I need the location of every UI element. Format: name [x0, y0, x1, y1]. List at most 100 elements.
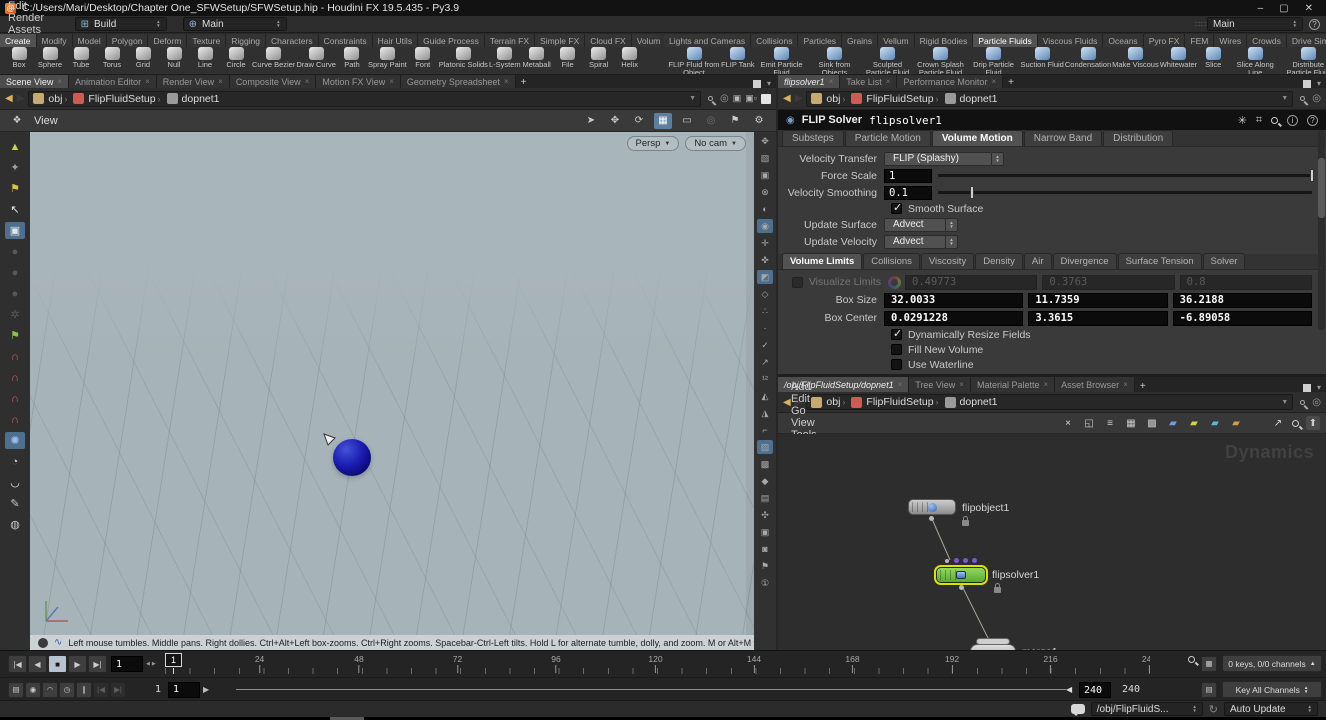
slider-handle[interactable]	[969, 186, 974, 199]
box-size-x-field[interactable]: 32.0033	[884, 292, 1024, 308]
node-output-dot[interactable]	[959, 585, 964, 590]
close-icon[interactable]: ×	[886, 77, 891, 86]
pose-tool-icon[interactable]: ✲	[5, 306, 25, 323]
shelf-tool[interactable]: FLIP Tank	[721, 47, 755, 74]
node-output-dot[interactable]	[929, 516, 934, 521]
render-flag-icon[interactable]: ⚑	[726, 113, 744, 129]
snap-options-icon[interactable]: ▦	[654, 112, 672, 129]
solver-input-dot[interactable]	[954, 558, 959, 563]
add-pane-tab-button[interactable]: +	[1135, 381, 1151, 392]
add-pane-tab-button[interactable]: +	[516, 77, 532, 88]
shelf-tab[interactable]: Grains	[842, 34, 879, 47]
pane-tab[interactable]: Composite View ×	[229, 75, 317, 88]
pane-menu-icon[interactable]: ▾	[767, 79, 771, 88]
menu-item[interactable]: Edit	[0, 0, 61, 12]
marker-prim-icon[interactable]: ◭	[757, 389, 773, 403]
update-surface-dropdown[interactable]: Advect	[884, 217, 946, 232]
timeline-zoom-icon[interactable]	[1188, 656, 1195, 663]
follow-target-icon[interactable]: ◎	[1312, 93, 1321, 104]
shelf-tab[interactable]: Guide Process	[418, 34, 485, 47]
node-merge-cap[interactable]	[976, 638, 1010, 645]
shelf-tab[interactable]: Pyro FX	[1143, 34, 1186, 47]
spinner-icon[interactable]: ▲ ▼	[1308, 704, 1312, 713]
display-wire-icon[interactable]: ◇	[757, 287, 773, 301]
shelf-tab[interactable]: Oceans	[1103, 34, 1144, 47]
param-tab[interactable]: Volume Limits	[782, 253, 863, 269]
range-handle-right-icon[interactable]: ◀	[1066, 685, 1072, 694]
play-reverse-button[interactable]: ◀	[28, 655, 47, 673]
close-icon[interactable]: ×	[504, 77, 509, 86]
velocity-smoothing-slider[interactable]	[938, 186, 1312, 199]
param-tab[interactable]: Viscosity	[920, 253, 975, 269]
shelf-tool[interactable]: Sink from Objects	[809, 47, 861, 74]
shelf-tool[interactable]: Path	[337, 47, 367, 74]
path-chip[interactable]: › FlipFluidSetup	[840, 93, 933, 105]
visualize-color-g-field[interactable]: 0.3763	[1042, 274, 1175, 290]
shelf-tab[interactable]: Cloud FX	[585, 34, 632, 47]
range-start-field[interactable]: 1	[168, 681, 201, 698]
shelf-tab[interactable]: Modify	[36, 34, 73, 47]
solver-input-dot[interactable]	[972, 558, 977, 563]
close-icon[interactable]: ×	[389, 77, 394, 86]
close-icon[interactable]: ×	[1123, 380, 1128, 389]
shelf-tool[interactable]: Null	[159, 47, 189, 74]
shelf-tool[interactable]: Platonic Solids	[439, 47, 488, 74]
display-normals-icon[interactable]: ✛	[757, 236, 773, 250]
corner-icon[interactable]: ⌐	[757, 423, 773, 437]
pane-tab[interactable]: Material Palette ×	[970, 377, 1056, 392]
snapshot-icon[interactable]: ▤	[757, 491, 773, 505]
view-lock-icon[interactable]: ▣	[757, 168, 773, 182]
forward-arrow-icon[interactable]: ▶	[795, 397, 803, 408]
range-handle-left-icon[interactable]: ▶	[203, 685, 209, 694]
shelf-stack-icon[interactable]: ▰	[1229, 416, 1243, 430]
close-icon[interactable]: ×	[829, 77, 834, 86]
param-tab[interactable]: Air	[1023, 253, 1052, 269]
play-button[interactable]: ▶	[68, 655, 87, 673]
render-region-icon[interactable]: ⚑	[5, 327, 25, 344]
build-shelf-selector[interactable]: ⊞ Build ▲ ▼	[74, 17, 167, 31]
shelf-tool[interactable]: Circle	[221, 47, 251, 74]
rotate-tool-icon[interactable]: ●	[5, 264, 25, 281]
disabled-option-icon[interactable]: ◎	[702, 113, 720, 129]
param-tab[interactable]: Solver	[1202, 253, 1246, 269]
solo-icon[interactable]: ▣	[757, 525, 773, 539]
view-frame-icon[interactable]: ▧	[757, 151, 773, 165]
shelf-tool[interactable]: Emit Particle Fluid	[756, 47, 808, 74]
select-mode-icon[interactable]: ➤	[582, 113, 600, 129]
translate-tool-icon[interactable]: ●	[5, 243, 25, 260]
checkbox[interactable]	[891, 359, 902, 370]
next-key-button[interactable]: ▶|	[110, 681, 126, 698]
param-tab[interactable]: Narrow Band	[1023, 130, 1103, 146]
prev-key-button[interactable]: |◀	[93, 681, 109, 698]
spinner-icon[interactable]: ▲ ▼	[1192, 704, 1196, 713]
network-edit-icon[interactable]: ▰	[1208, 416, 1222, 430]
pane-tab[interactable]: Tree View ×	[909, 377, 971, 392]
camera-selector-pill[interactable]: Persp ▼	[626, 136, 680, 151]
rotate-mode-icon[interactable]: ⟳	[630, 113, 648, 129]
handles-icon[interactable]: ⌗	[1256, 114, 1262, 127]
selection-flag-icon[interactable]: ⚑	[5, 180, 25, 197]
shelf-tool[interactable]: Tube	[66, 47, 96, 74]
box-size-z-field[interactable]: 36.2188	[1172, 292, 1312, 308]
menu-item[interactable]: Render	[0, 12, 61, 24]
camera-selector-pill[interactable]: No cam ▼	[685, 136, 746, 151]
help-icon[interactable]: ?	[1307, 114, 1318, 126]
shelf-tab[interactable]: Hair Utils	[372, 34, 419, 47]
pane-tab[interactable]: Motion FX View ×	[316, 75, 401, 88]
shelf-tab[interactable]: Vellum	[878, 34, 915, 47]
marker-uv-icon[interactable]: ◮	[757, 406, 773, 420]
box-center-z-field[interactable]: -6.89058	[1172, 310, 1312, 326]
geometry-cube-icon[interactable]: ▣	[733, 93, 742, 104]
chevron-down-icon[interactable]: ▼	[689, 95, 696, 102]
menu-item[interactable]: View	[784, 417, 831, 429]
frame-step-back-icon[interactable]: ◀	[146, 661, 150, 667]
range-end-field[interactable]: 240	[1079, 682, 1111, 698]
refresh-icon[interactable]: ↻	[1209, 703, 1218, 716]
spinner-icon[interactable]: ▲ ▼	[276, 19, 280, 28]
sculpt-splat-icon[interactable]: ✺	[5, 432, 25, 449]
param-tab[interactable]: Particle Motion	[844, 130, 931, 146]
color-palette-icon[interactable]: ▰	[1166, 416, 1180, 430]
info-circle-icon[interactable]: ①	[757, 576, 773, 590]
marker-number-icon[interactable]: ¹²	[757, 372, 773, 386]
audio-options-icon[interactable]: ◉	[25, 681, 41, 698]
